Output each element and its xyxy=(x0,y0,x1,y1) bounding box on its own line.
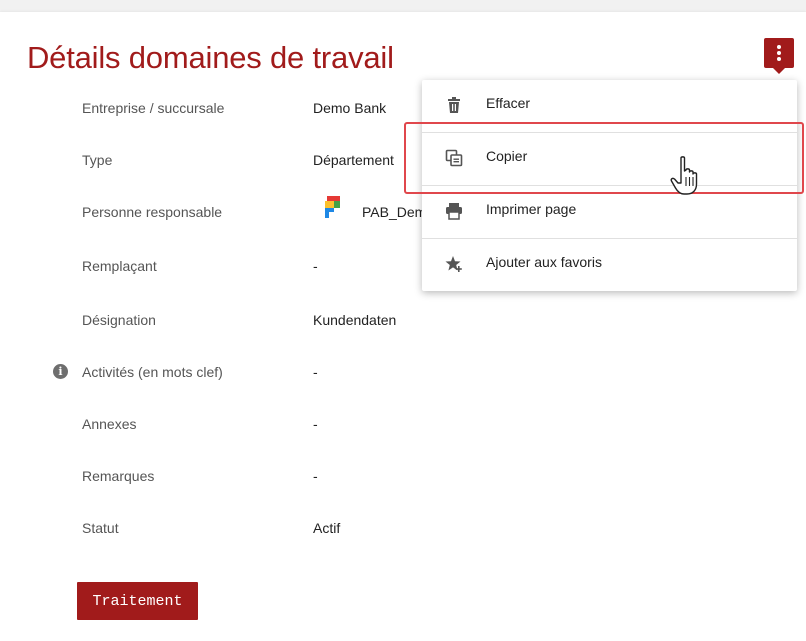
hand-cursor-icon xyxy=(670,156,698,195)
detail-row-remarques: Remarques - xyxy=(0,468,806,498)
pab-logo-icon xyxy=(325,196,340,218)
detail-label: Personne responsable xyxy=(82,204,223,220)
detail-label: Activités (en mots clef) xyxy=(82,364,223,380)
detail-value: Demo Bank xyxy=(313,100,387,116)
traitement-button[interactable]: Traitement xyxy=(77,582,198,620)
trash-icon xyxy=(448,97,460,113)
detail-row-activites: i Activités (en mots clef) - xyxy=(0,364,806,394)
more-vertical-icon-dot xyxy=(777,51,781,55)
detail-label: Désignation xyxy=(82,312,156,328)
detail-label: Annexes xyxy=(82,416,137,432)
print-icon xyxy=(446,203,462,220)
menu-item-label: Ajouter aux favoris xyxy=(486,254,602,270)
detail-value: - xyxy=(313,364,318,380)
more-vertical-icon-dot xyxy=(777,57,781,61)
info-icon[interactable]: i xyxy=(53,364,68,379)
more-options-button[interactable] xyxy=(764,38,794,74)
menu-item-label: Effacer xyxy=(486,95,531,111)
detail-value: Département xyxy=(313,152,394,168)
detail-value: - xyxy=(313,468,318,484)
detail-label: Type xyxy=(82,152,113,168)
copy-highlight-frame xyxy=(404,122,804,194)
menu-item-favoris[interactable]: Ajouter aux favoris xyxy=(422,239,797,291)
button-caret xyxy=(773,68,785,74)
detail-value: - xyxy=(313,416,318,432)
star-add-icon xyxy=(445,256,462,272)
detail-value: - xyxy=(313,258,318,274)
detail-value: Actif xyxy=(313,520,341,536)
detail-row-statut: Statut Actif xyxy=(0,520,806,550)
detail-label: Remplaçant xyxy=(82,258,157,274)
page-title: Détails domaines de travail xyxy=(27,40,394,75)
detail-label: Statut xyxy=(82,520,119,536)
detail-row-annexes: Annexes - xyxy=(0,416,806,446)
detail-row-designation: Désignation Kundendaten xyxy=(0,312,806,342)
detail-value[interactable]: PAB_Dem xyxy=(362,204,426,220)
detail-label: Remarques xyxy=(82,468,155,484)
more-vertical-icon xyxy=(777,45,781,49)
detail-label: Entreprise / succursale xyxy=(82,100,225,116)
detail-value: Kundendaten xyxy=(313,312,397,328)
menu-item-label: Imprimer page xyxy=(486,201,577,217)
